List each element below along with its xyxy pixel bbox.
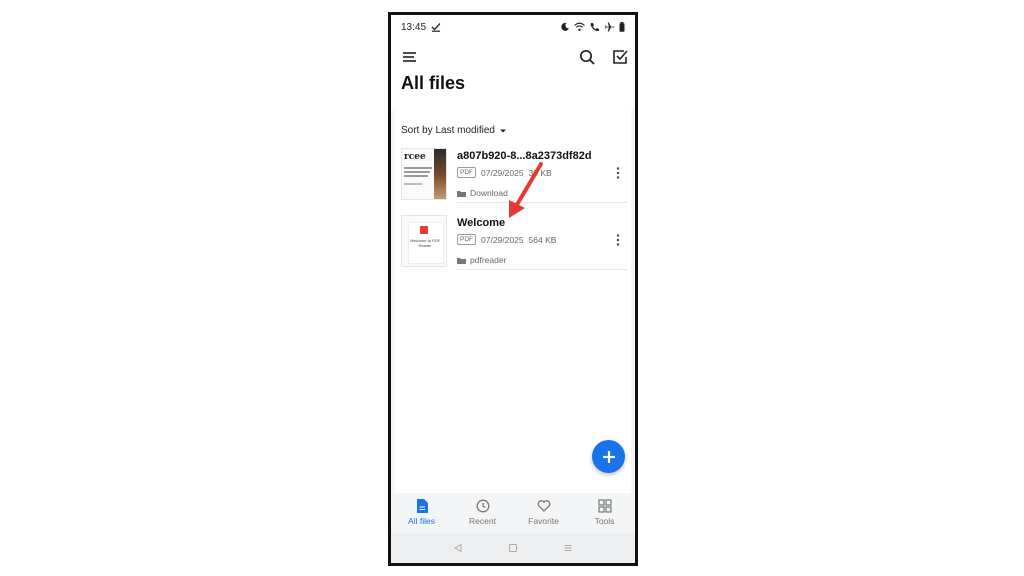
folder-icon [457, 190, 466, 197]
file-type-badge: PDF [457, 234, 476, 245]
nav-label: Tools [594, 516, 615, 526]
menu-icon[interactable] [401, 48, 419, 66]
caret-down-icon [499, 129, 506, 132]
thumbnail-text: rcee [404, 152, 426, 162]
download-done-icon [431, 23, 441, 32]
file-size: 564 KB [528, 234, 557, 245]
nav-all-files[interactable]: All files [391, 493, 452, 533]
more-options-icon[interactable] [613, 166, 623, 180]
search-icon[interactable] [578, 48, 596, 66]
clock-icon [476, 499, 489, 513]
system-navigation-bar [391, 533, 635, 563]
folder-name: Download [470, 188, 508, 198]
back-icon[interactable] [453, 543, 463, 553]
nav-recent[interactable]: Recent [452, 493, 513, 533]
heart-icon [537, 500, 550, 512]
file-thumbnail: rcee [401, 148, 447, 200]
wifi-call-icon [590, 23, 599, 32]
nav-label: Favorite [528, 516, 559, 526]
status-time: 13:45 [401, 21, 427, 33]
moon-icon [561, 22, 569, 31]
wifi-icon [574, 22, 585, 31]
nav-label: Recent [469, 516, 496, 526]
file-folder: Download [457, 188, 508, 198]
nav-favorite[interactable]: Favorite [513, 493, 574, 533]
file-date: 07/29/2025 [481, 234, 524, 245]
status-bar: 13:45 [391, 15, 635, 39]
add-file-button[interactable] [592, 440, 625, 473]
pdf-logo-icon [420, 226, 428, 234]
sort-dropdown[interactable]: Sort by Last modified [401, 125, 507, 136]
folder-icon [457, 257, 466, 264]
file-item[interactable]: Welcome to PDF Reader Welcome PDF 07/29/… [391, 215, 635, 275]
page-title: All files [401, 73, 466, 93]
grid-icon [597, 499, 612, 513]
bottom-navigation: All files Recent Favorite Tools [391, 493, 635, 533]
folder-name: pdfreader [470, 255, 507, 265]
battery-icon [619, 22, 625, 32]
nav-tools[interactable]: Tools [574, 493, 635, 533]
file-meta: PDF 07/29/2025 564 KB [457, 234, 556, 245]
list-divider [457, 269, 627, 270]
file-name: Welcome [457, 217, 506, 229]
file-folder: pdfreader [457, 255, 506, 265]
nav-label: All files [408, 516, 435, 526]
thumbnail-text: Welcome to PDF Reader [409, 238, 441, 248]
sort-label: Sort by Last modified [401, 125, 495, 136]
annotation-arrow-icon [509, 162, 543, 218]
file-type-badge: PDF [457, 167, 476, 178]
recents-icon[interactable] [563, 543, 573, 553]
home-icon[interactable] [508, 543, 518, 553]
airplane-icon [605, 22, 615, 32]
file-thumbnail: Welcome to PDF Reader [401, 215, 447, 267]
select-checkbox-icon[interactable] [611, 48, 629, 66]
more-options-icon[interactable] [613, 233, 623, 247]
phone-screen: 13:45 All files Sort by Last modified rc… [388, 12, 638, 566]
plus-icon [602, 450, 615, 463]
top-app-bar [391, 45, 635, 69]
file-icon [416, 499, 428, 513]
